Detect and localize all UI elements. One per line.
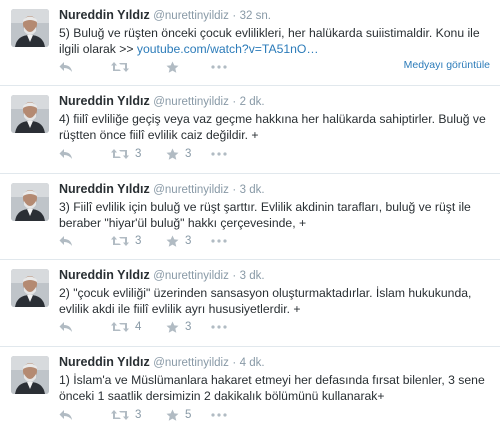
retweet-count: 3 [135,409,142,421]
retweet-icon [111,236,129,246]
tweet-actions: 3 3 [59,146,227,162]
more-button[interactable] [211,65,227,69]
star-icon [166,61,179,73]
tweet-time[interactable]: 3 dk. [240,270,265,282]
more-icon [211,65,227,69]
tweet-time[interactable]: 2 dk. [240,96,265,108]
timeline: Nureddin Yıldız @nurettinyildiz · 32 sn.… [0,0,500,431]
retweet-button[interactable]: 4 [111,321,166,333]
author-name[interactable]: Nureddin Yıldız [59,355,150,369]
favorite-count: 5 [185,409,192,421]
favorite-button[interactable]: 3 [166,148,211,161]
author-name[interactable]: Nureddin Yıldız [59,8,150,22]
retweet-icon [111,62,129,72]
reply-icon [59,149,72,159]
retweet-count: 4 [135,321,142,333]
tweet[interactable]: Nureddin Yıldız @nurettinyildiz · 3 dk. … [0,260,500,347]
tweet[interactable]: Nureddin Yıldız @nurettinyildiz · 4 dk. … [0,347,500,431]
avatar[interactable] [11,95,49,133]
reply-button[interactable] [59,235,111,247]
retweet-count: 3 [135,235,142,247]
tweet-actions: 4 3 [59,319,227,335]
reply-icon [59,62,72,72]
more-icon [211,152,227,156]
more-button[interactable] [211,152,227,156]
more-button[interactable] [211,239,227,243]
avatar[interactable] [11,183,49,221]
more-icon [211,413,227,417]
retweet-icon [111,149,129,159]
tweet-text: 1) İslam'a ve Müslümanlara hakaret etmey… [59,373,485,403]
tweet[interactable]: Nureddin Yıldız @nurettinyildiz · 32 sn.… [0,0,500,86]
avatar[interactable] [11,9,49,47]
author-name[interactable]: Nureddin Yıldız [59,94,150,108]
more-icon [211,239,227,243]
author-handle[interactable]: @nurettinyildiz [153,96,229,108]
author-handle[interactable]: @nurettinyildiz [153,184,229,196]
reply-icon [59,236,72,246]
retweet-icon [111,410,129,420]
tweet-actions: 3 5 [59,407,227,423]
tweet-header: Nureddin Yıldız @nurettinyildiz · 32 sn. [59,7,490,24]
tweet[interactable]: Nureddin Yıldız @nurettinyildiz · 3 dk. … [0,174,500,260]
favorite-button[interactable] [166,61,211,74]
tweet-text: 4) fiilî evliliğe geçiş veya vaz geçme h… [59,112,486,142]
reply-button[interactable] [59,321,111,333]
retweet-button[interactable] [111,61,166,73]
tweet-time[interactable]: 4 dk. [240,357,265,369]
favorite-count: 3 [185,235,192,247]
favorite-button[interactable]: 3 [166,321,211,334]
tweet[interactable]: Nureddin Yıldız @nurettinyildiz · 2 dk. … [0,86,500,174]
tweet-header: Nureddin Yıldız @nurettinyildiz · 2 dk. [59,93,490,110]
reply-button[interactable] [59,61,111,73]
favorite-button[interactable]: 3 [166,235,211,248]
retweet-button[interactable]: 3 [111,148,166,160]
tweet-time[interactable]: 32 sn. [240,10,271,22]
tweet-header: Nureddin Yıldız @nurettinyildiz · 4 dk. [59,354,490,371]
separator-dot: · [232,270,237,282]
star-icon [166,148,179,160]
more-button[interactable] [211,325,227,329]
author-handle[interactable]: @nurettinyildiz [153,270,229,282]
author-name[interactable]: Nureddin Yıldız [59,182,150,196]
star-icon [166,321,179,333]
more-button[interactable] [211,413,227,417]
tweet-time[interactable]: 3 dk. [240,184,265,196]
tweet-header: Nureddin Yıldız @nurettinyildiz · 3 dk. [59,181,490,198]
tweet-actions: 3 3 [59,233,227,249]
favorite-count: 3 [185,321,192,333]
tweet-actions [59,59,227,75]
view-media-link[interactable]: Medyayı görüntüle [404,59,490,71]
star-icon [166,235,179,247]
tweet-header: Nureddin Yıldız @nurettinyildiz · 3 dk. [59,267,490,284]
avatar[interactable] [11,356,49,394]
reply-icon [59,410,72,420]
reply-button[interactable] [59,148,111,160]
tweet-text: 3) Fiilî evlilik için buluğ ve rüşt şart… [59,200,471,230]
favorite-count: 3 [185,148,192,160]
separator-dot: · [232,10,237,22]
favorite-button[interactable]: 5 [166,409,211,422]
tweet-link[interactable]: youtube.com/watch?v=TA51nO… [137,42,319,56]
reply-icon [59,322,72,332]
separator-dot: · [232,357,237,369]
tweet-text: 5) Buluğ ve rüşten önceki çocuk evlilikl… [59,25,490,57]
author-handle[interactable]: @nurettinyildiz [153,357,229,369]
avatar[interactable] [11,269,49,307]
retweet-count: 3 [135,148,142,160]
separator-dot: · [232,184,237,196]
more-icon [211,325,227,329]
tweet-text: 2) "çocuk evliliği" üzerinden sansasyon … [59,286,472,316]
separator-dot: · [232,96,237,108]
retweet-button[interactable]: 3 [111,235,166,247]
author-name[interactable]: Nureddin Yıldız [59,268,150,282]
retweet-icon [111,322,129,332]
retweet-button[interactable]: 3 [111,409,166,421]
star-icon [166,409,179,421]
author-handle[interactable]: @nurettinyildiz [153,10,229,22]
reply-button[interactable] [59,409,111,421]
